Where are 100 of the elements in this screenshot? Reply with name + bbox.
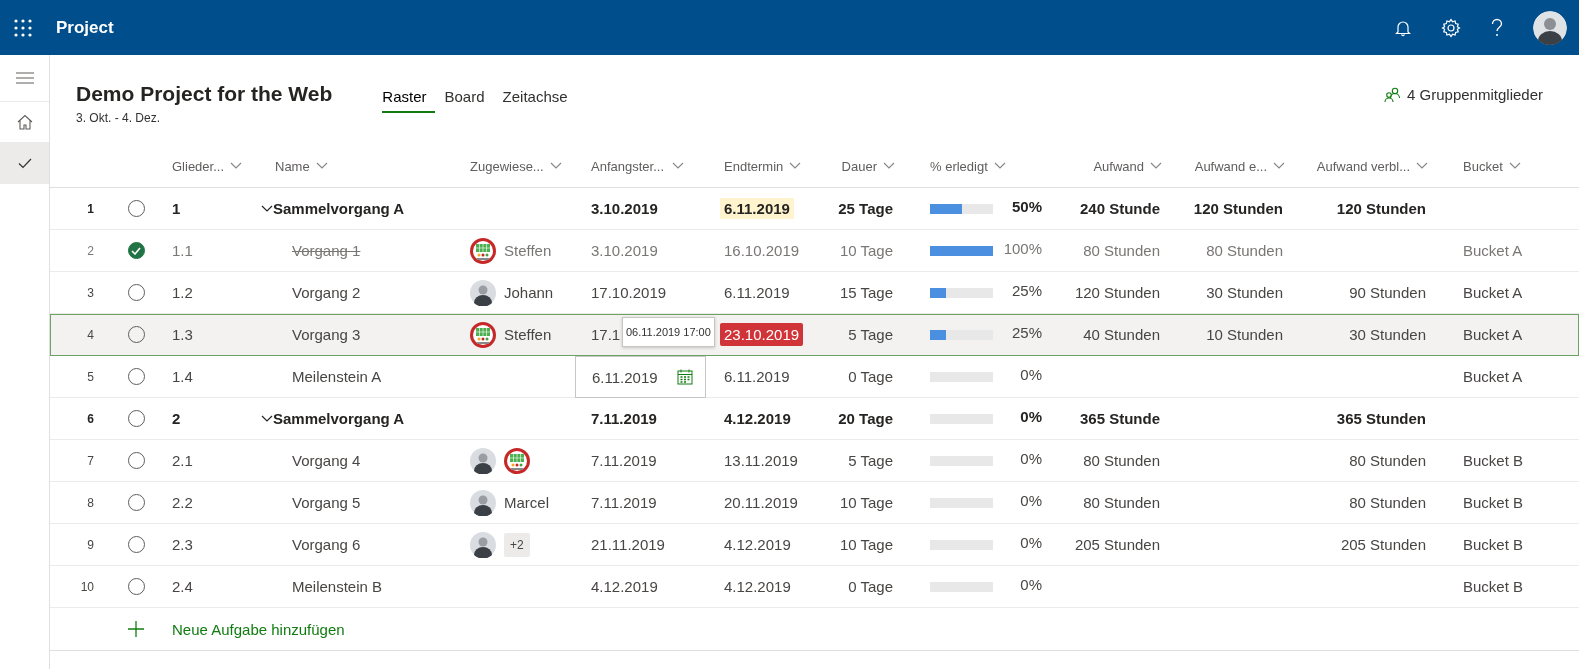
table-cell: 2.2 bbox=[172, 494, 193, 511]
add-task-link[interactable]: Neue Aufgabe hinzufügen bbox=[172, 620, 345, 638]
table-cell: 6.11.2019 bbox=[724, 368, 790, 385]
column-header[interactable]: % erledigt bbox=[905, 145, 1050, 187]
chevron-down-icon bbox=[230, 162, 243, 170]
table-cell: Bucket A bbox=[1463, 326, 1523, 343]
progress-bar bbox=[930, 329, 993, 340]
table-cell: Sammelvorgang A bbox=[273, 410, 405, 427]
table-cell: 80 Stunden bbox=[1349, 494, 1426, 511]
table-cell: 4.12.2019 bbox=[724, 578, 791, 595]
column-header[interactable]: Zugewiese... bbox=[455, 145, 575, 187]
table-cell: Meilenstein B bbox=[292, 578, 383, 595]
help-icon[interactable] bbox=[1491, 17, 1503, 38]
table-cell: 10 Tage bbox=[839, 536, 893, 553]
table-cell: 205 Stunden bbox=[1074, 536, 1160, 553]
column-header[interactable]: Aufwand e... bbox=[1170, 145, 1293, 187]
table-cell: 40 Stunden bbox=[1083, 326, 1160, 343]
table-cell: Vorgang 2 bbox=[292, 284, 361, 301]
table-cell: 7.11.2019 bbox=[591, 452, 657, 469]
row-number: 7 bbox=[87, 453, 94, 468]
table-cell: 1.4 bbox=[172, 368, 193, 385]
plus-icon[interactable] bbox=[128, 621, 144, 637]
table-cell: 16.10.2019 bbox=[724, 242, 800, 259]
table-cell: 23.10.2019 bbox=[720, 323, 804, 346]
table-cell: 6.11.2019 bbox=[724, 284, 790, 301]
team-icon bbox=[470, 321, 496, 348]
checkbox[interactable] bbox=[127, 242, 145, 259]
selected-row[interactable]: 4 1.3 Vorgang 3 Steffen 17.1 06.11.2019 17:00 23.10.2019 5 Tage 25% 40 Stunden 10 Stunden 30 Stunden Bucket A bbox=[50, 314, 1579, 356]
more-assignees-badge[interactable]: +2 bbox=[504, 532, 530, 557]
table-cell-text: 0% bbox=[1019, 366, 1043, 383]
table-cell: 3.10.2019 bbox=[591, 242, 658, 259]
table-cell: Vorgang 4 bbox=[292, 452, 361, 469]
table-cell: 3.10.2019 bbox=[591, 200, 658, 217]
progress-bar bbox=[930, 203, 993, 214]
table-cell: 365 Stunde bbox=[1079, 410, 1160, 427]
table-cell: Vorgang 6 bbox=[292, 536, 361, 553]
column-header[interactable]: Endtermin bbox=[708, 145, 820, 187]
home-icon bbox=[16, 114, 33, 130]
avatar[interactable] bbox=[1533, 10, 1567, 45]
table-cell: Bucket B bbox=[1463, 578, 1524, 595]
row-number: 1 bbox=[87, 201, 94, 216]
team-icon bbox=[470, 237, 496, 264]
people-icon bbox=[1384, 86, 1402, 103]
row-number: 8 bbox=[87, 495, 94, 510]
table-cell: 1.3 bbox=[172, 326, 193, 343]
row-number: 3 bbox=[87, 285, 94, 300]
table-cell: 1.2 bbox=[172, 284, 193, 301]
table-cell-text: 0% bbox=[1019, 408, 1043, 425]
calendar-icon[interactable] bbox=[677, 369, 693, 385]
table-cell: 2.3 bbox=[172, 536, 193, 553]
table-cell: Bucket B bbox=[1463, 536, 1524, 553]
table-cell-text: 100% bbox=[1002, 240, 1043, 257]
chevron-down-icon bbox=[883, 162, 895, 170]
table-cell: 10 Tage bbox=[839, 242, 893, 259]
table-cell: 1.1 bbox=[172, 242, 193, 259]
table-cell-text: 0% bbox=[1019, 534, 1043, 551]
assignee-name: Steffen bbox=[504, 242, 552, 259]
table-cell: 4.12.2019 bbox=[724, 410, 791, 427]
chevron-down-icon bbox=[549, 162, 562, 170]
column-header[interactable]: Anfangster... bbox=[575, 145, 708, 187]
table-cell: 20 Tage bbox=[838, 410, 893, 427]
column-header[interactable]: Name bbox=[258, 145, 455, 187]
chevron-down-icon bbox=[1508, 162, 1521, 170]
table-cell: Meilenstein A bbox=[292, 368, 382, 385]
column-header[interactable]: Glieder... bbox=[154, 145, 258, 187]
tab[interactable]: Board bbox=[444, 82, 493, 113]
app-launcher-icon[interactable] bbox=[14, 18, 32, 37]
table-cell: 80 Stunden bbox=[1083, 494, 1160, 511]
table-cell: 10 Stunden bbox=[1206, 326, 1283, 343]
row-number: 2 bbox=[87, 243, 94, 258]
table-cell: 7.11.2019 bbox=[591, 410, 657, 427]
avatar bbox=[470, 531, 496, 558]
date-field[interactable]: 6.11.2019 bbox=[575, 356, 706, 398]
table-cell: Vorgang 1 bbox=[292, 242, 361, 259]
bell-icon[interactable] bbox=[1395, 18, 1411, 37]
table-cell: 240 Stunde bbox=[1079, 200, 1160, 217]
table-cell: Vorgang 5 bbox=[292, 494, 361, 511]
settings-icon[interactable] bbox=[1441, 17, 1461, 38]
assignee-name: Steffen bbox=[504, 326, 552, 343]
column-header[interactable]: Dauer bbox=[820, 145, 905, 187]
table-cell: Bucket A bbox=[1463, 242, 1523, 259]
table-cell: 17.10.2019 bbox=[591, 284, 667, 301]
tab[interactable]: Zeitachse bbox=[502, 82, 576, 113]
tooltip: 06.11.2019 17:00 bbox=[622, 317, 715, 347]
table-cell-text: 0% bbox=[1019, 492, 1043, 509]
table-cell: Vorgang 3 bbox=[292, 326, 361, 343]
chevron-down-icon bbox=[315, 162, 328, 170]
avatar bbox=[470, 279, 496, 306]
table-cell: 0 Tage bbox=[848, 368, 893, 385]
column-header[interactable]: Bucket bbox=[1436, 145, 1579, 187]
tab[interactable]: Raster bbox=[382, 82, 435, 113]
column-header[interactable]: Aufwand bbox=[1050, 145, 1170, 187]
table-cell: 80 Stunden bbox=[1206, 242, 1283, 259]
table-cell-text: 50% bbox=[1010, 198, 1043, 215]
column-header[interactable]: Aufwand verbl... bbox=[1293, 145, 1436, 187]
table-cell-text: 0% bbox=[1019, 576, 1043, 593]
members-button[interactable]: 4 Gruppenmitglieder bbox=[1384, 86, 1543, 103]
table-cell: 80 Stunden bbox=[1083, 452, 1160, 469]
table-cell: 30 Stunden bbox=[1349, 326, 1426, 343]
table-cell: 25 Tage bbox=[838, 200, 893, 217]
